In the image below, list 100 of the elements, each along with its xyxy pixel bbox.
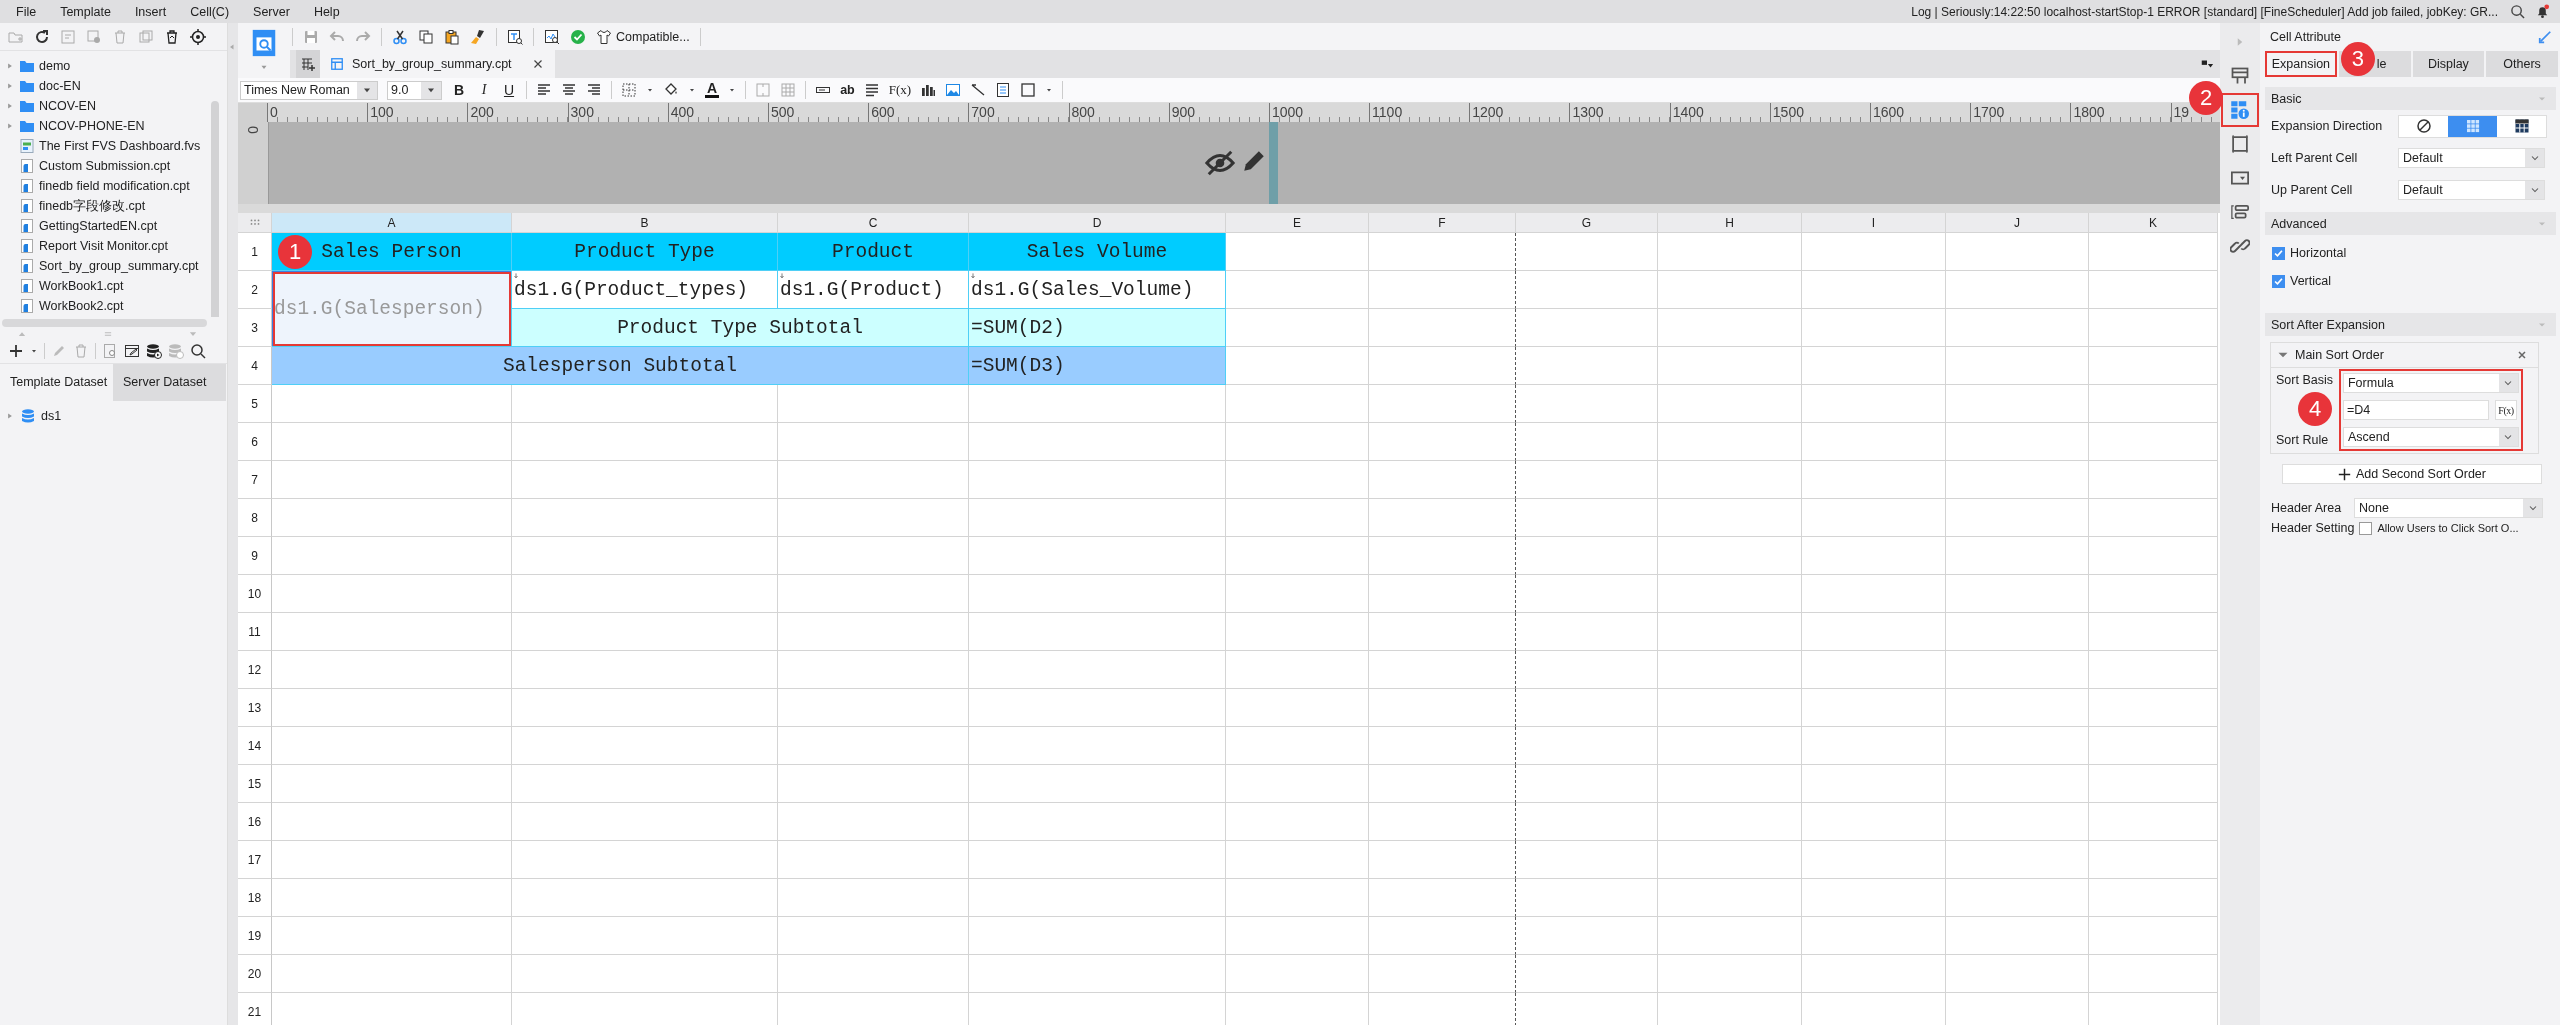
scrollbar[interactable]	[211, 101, 219, 317]
database-run-icon[interactable]	[146, 343, 162, 359]
dropdown[interactable]: None	[2354, 498, 2543, 518]
section-header[interactable]: Basic	[2265, 87, 2556, 110]
sheet-cell[interactable]	[1369, 803, 1516, 841]
dataset-item[interactable]: ds1	[0, 405, 227, 427]
panel-tab[interactable]: Others	[2486, 51, 2558, 77]
tree-item[interactable]: WorkBook2.cpt	[0, 296, 227, 316]
database-delete-icon[interactable]	[168, 343, 184, 359]
row-header[interactable]: 10	[238, 575, 272, 613]
border-box-icon[interactable]	[1020, 82, 1037, 98]
direction-toggle[interactable]	[2398, 114, 2547, 138]
section-header[interactable]: Advanced	[2265, 212, 2556, 235]
row-header[interactable]: 8	[238, 499, 272, 537]
paste-icon[interactable]	[444, 28, 460, 45]
tree-item[interactable]: finedb字段修改.cpt	[0, 196, 227, 216]
column-header[interactable]: K	[2089, 213, 2218, 233]
document-tab[interactable]: Sort_by_group_summary.cpt	[320, 50, 555, 78]
row-header[interactable]: 20	[238, 955, 272, 993]
sheet-cell[interactable]	[1369, 765, 1516, 803]
dataset-tab[interactable]: Server Dataset	[113, 364, 226, 401]
menu-item[interactable]: Server	[241, 4, 302, 19]
row-header[interactable]: 1	[238, 233, 272, 271]
formula-button[interactable]: F(x)	[2494, 400, 2517, 420]
trash-icon[interactable]	[112, 28, 128, 45]
column-header[interactable]: H	[1658, 213, 1802, 233]
menu-item[interactable]: Help	[301, 4, 352, 19]
row-header[interactable]: 12	[238, 651, 272, 689]
add-sheet-button[interactable]	[296, 50, 320, 78]
font-color-button[interactable]: A	[705, 82, 720, 98]
sheet-cell[interactable]: ds1.G(Product)	[778, 271, 969, 309]
checkbox[interactable]	[2359, 521, 2373, 535]
locate-icon[interactable]	[190, 28, 206, 45]
sheet-cell[interactable]	[1369, 689, 1516, 727]
no-entry-icon[interactable]	[2415, 118, 2432, 134]
row-header[interactable]: 2	[238, 271, 272, 309]
underline-button[interactable]: U	[501, 82, 517, 98]
menu-item[interactable]: Cell(C)	[178, 4, 242, 19]
row-header[interactable]: 4	[238, 347, 272, 385]
dropdown[interactable]: Formula	[2342, 373, 2519, 393]
dropdown[interactable]: Default	[2398, 148, 2545, 168]
sheet-cell[interactable]: ds1.G(Product_types)	[512, 271, 778, 309]
font-select[interactable]: Times New Roman	[240, 80, 378, 100]
tree-item[interactable]: Report Visit Monitor.cpt	[0, 236, 227, 256]
section-header[interactable]: Sort After Expansion	[2265, 313, 2556, 336]
align-center-icon[interactable]	[561, 82, 577, 98]
form-icon[interactable]	[995, 82, 1012, 98]
row-header[interactable]: 16	[238, 803, 272, 841]
page-boundary-handle[interactable]	[1269, 122, 1278, 204]
split-cells-icon[interactable]	[780, 82, 797, 98]
edit-dataset-icon[interactable]	[124, 343, 140, 359]
refresh-icon[interactable]	[34, 28, 50, 45]
side-tab[interactable]	[2223, 95, 2257, 125]
column-header[interactable]: B	[512, 213, 778, 233]
panel-tab[interactable]: Display	[2412, 51, 2485, 77]
sheet-cell[interactable]: =SUM(D2)	[969, 309, 1226, 347]
eye-slash-icon[interactable]	[1204, 148, 1236, 178]
search-icon[interactable]	[2510, 4, 2525, 19]
search-icon[interactable]	[190, 343, 206, 359]
preview-icon[interactable]	[102, 343, 118, 359]
text-preview-icon[interactable]	[507, 28, 523, 45]
brush-icon[interactable]	[470, 28, 486, 45]
monitor-icon[interactable]	[544, 28, 560, 45]
row-header[interactable]: 6	[238, 423, 272, 461]
template-icon[interactable]	[60, 28, 76, 45]
sheet-cell[interactable]	[1369, 499, 1516, 537]
row-header[interactable]: 15	[238, 765, 272, 803]
tree-item[interactable]: finedb field modification.cpt	[0, 176, 227, 196]
panel-tab[interactable]: Expansion	[2265, 51, 2337, 77]
font-size-select[interactable]: 9.0	[387, 80, 442, 100]
tree-item[interactable]: Sort_by_group_summary.cpt	[0, 256, 227, 276]
sheet-cell[interactable]: =SUM(D3)	[969, 347, 1226, 385]
align-right-icon[interactable]	[586, 82, 602, 98]
sheet-cell[interactable]: Product Type	[512, 233, 778, 271]
diagonal-line-icon[interactable]	[970, 82, 987, 98]
row-header[interactable]: 17	[238, 841, 272, 879]
copy-icon[interactable]	[418, 28, 434, 45]
sheet-cell[interactable]	[1369, 727, 1516, 765]
scrollbar[interactable]	[2, 319, 207, 327]
column-header[interactable]: I	[1802, 213, 1946, 233]
sheet-cell[interactable]: Sales Volume	[969, 233, 1226, 271]
row-header[interactable]: 9	[238, 537, 272, 575]
tree-item[interactable]: doc-EN	[0, 76, 227, 96]
column-header[interactable]: C	[778, 213, 969, 233]
menu-item[interactable]: File	[4, 4, 49, 19]
sheet-cell[interactable]	[1369, 271, 1516, 309]
text-widget-button[interactable]: ab	[840, 83, 855, 97]
select-all-corner[interactable]	[238, 213, 272, 233]
sheet-cell[interactable]: Product Type Subtotal	[512, 309, 969, 347]
row-header[interactable]: 18	[238, 879, 272, 917]
dropdown[interactable]: Default	[2398, 180, 2545, 200]
dropdown[interactable]: Ascend	[2342, 427, 2519, 447]
grid-icon[interactable]	[2513, 118, 2530, 134]
row-header[interactable]: 13	[238, 689, 272, 727]
column-header[interactable]: D	[969, 213, 1226, 233]
tree-item[interactable]: NCOV-PHONE-EN	[0, 116, 227, 136]
sheet-cell[interactable]	[1369, 423, 1516, 461]
tree-item[interactable]: demo	[0, 56, 227, 76]
column-header[interactable]: F	[1369, 213, 1516, 233]
column-header[interactable]: G	[1516, 213, 1658, 233]
